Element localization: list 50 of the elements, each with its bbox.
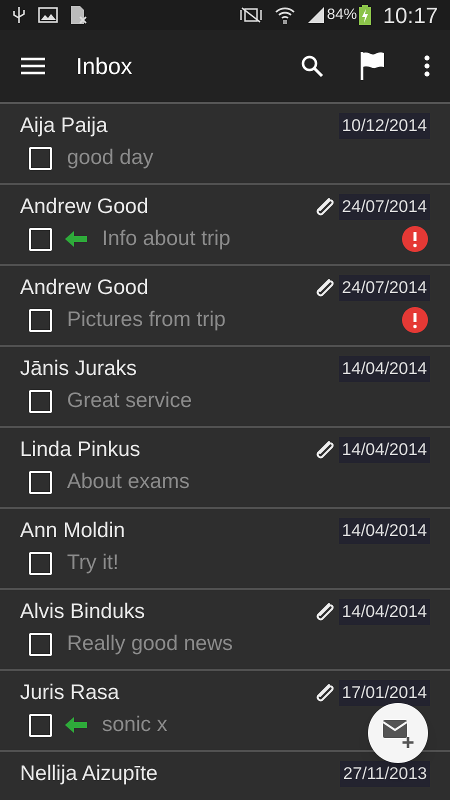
sender-name: Jānis Juraks	[20, 356, 137, 382]
message-date: 14/04/2014	[338, 518, 430, 544]
battery-icon	[358, 5, 371, 25]
message-date: 14/04/2014	[338, 356, 430, 382]
clock-time: 10:17	[382, 2, 438, 30]
message-subject: Info about trip	[102, 226, 230, 252]
message-date: 10/12/2014	[338, 113, 430, 139]
message-date: 27/11/2013	[340, 761, 430, 787]
checkbox[interactable]	[29, 146, 52, 170]
checkbox[interactable]	[29, 390, 52, 412]
search-icon[interactable]	[300, 54, 324, 78]
checkbox[interactable]	[29, 714, 52, 736]
wifi-icon	[274, 6, 295, 24]
menu-icon[interactable]	[20, 57, 46, 75]
screen-title: Inbox	[76, 52, 132, 81]
flag-icon[interactable]	[360, 51, 386, 81]
vibrate-icon	[238, 7, 263, 23]
usb-icon	[12, 6, 26, 24]
more-icon[interactable]	[424, 55, 430, 77]
sender-name: Nellija Aizupīte	[20, 761, 158, 787]
checkbox[interactable]	[29, 552, 52, 574]
message-date: 24/07/2014	[338, 275, 430, 301]
message-subject: About exams	[67, 469, 190, 495]
sender-name: Juris Rasa	[20, 680, 120, 706]
message-subject: good day	[67, 145, 154, 171]
checkbox[interactable]	[29, 228, 52, 250]
checkbox[interactable]	[29, 470, 52, 494]
sender-name: Aija Paija	[20, 113, 108, 139]
checkbox[interactable]	[29, 308, 52, 332]
signal-icon	[306, 6, 325, 24]
message-subject: Try it!	[67, 550, 119, 576]
battery-percent: 84%	[326, 4, 357, 25]
message-subject: Really good news	[67, 631, 233, 657]
message-subject: Pictures from trip	[67, 307, 226, 333]
sender-name: Andrew Good	[20, 194, 148, 220]
sender-name: Andrew Good	[20, 275, 148, 301]
message-date: 14/04/2014	[338, 599, 430, 625]
message-date: 24/07/2014	[338, 194, 430, 220]
new-mail-icon	[381, 717, 415, 749]
sender-name: Alvis Binduks	[20, 599, 145, 625]
sender-name: Ann Moldin	[20, 518, 126, 544]
sim-card-icon	[70, 5, 88, 25]
sender-name: Linda Pinkus	[20, 437, 140, 463]
message-subject: Great service	[67, 388, 192, 414]
checkbox[interactable]	[29, 632, 52, 656]
message-date: 14/04/2014	[338, 437, 430, 463]
message-subject: sonic x	[102, 712, 168, 738]
compose-button[interactable]	[368, 703, 428, 763]
message-date: 17/01/2014	[338, 680, 430, 706]
image-icon	[38, 7, 58, 23]
